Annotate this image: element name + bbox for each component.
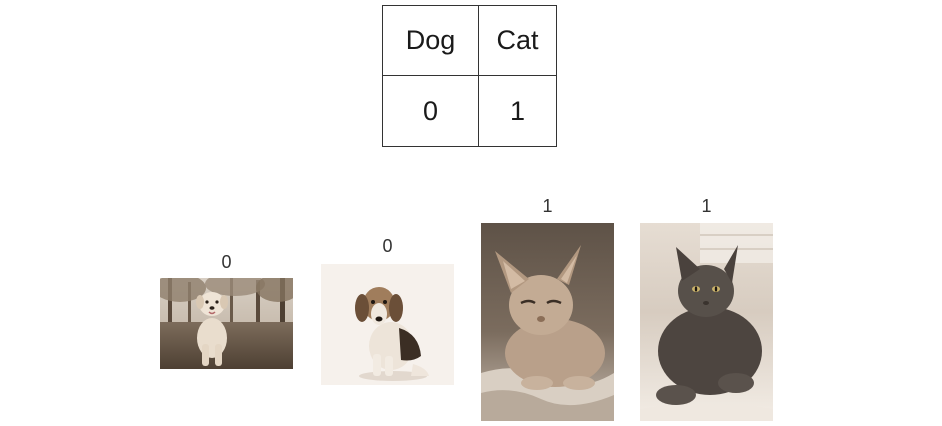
pet-card-puppy: 0 xyxy=(160,252,293,370)
value-dog: 0 xyxy=(382,75,479,147)
pet-label: 0 xyxy=(382,236,393,256)
header-dog: Dog xyxy=(382,5,479,76)
header-cat: Cat xyxy=(478,5,557,76)
table-value-row: 0 1 xyxy=(382,75,557,147)
gray-cat-photo xyxy=(640,223,773,421)
pet-label: 1 xyxy=(542,196,553,216)
pet-card-gray-cat: 1 xyxy=(640,196,773,426)
sphynx-cat-photo xyxy=(481,223,614,421)
table-header-row: Dog Cat xyxy=(382,5,557,76)
pet-card-sphynx-cat: 1 xyxy=(481,196,614,426)
pet-label: 0 xyxy=(221,252,232,272)
beagle-photo xyxy=(321,264,454,385)
label-encoding-table: Dog Cat 0 1 xyxy=(382,5,557,147)
puppy-photo xyxy=(160,278,293,369)
value-cat: 1 xyxy=(478,75,557,147)
pet-label: 1 xyxy=(701,196,712,216)
pet-card-beagle: 0 xyxy=(321,236,454,386)
